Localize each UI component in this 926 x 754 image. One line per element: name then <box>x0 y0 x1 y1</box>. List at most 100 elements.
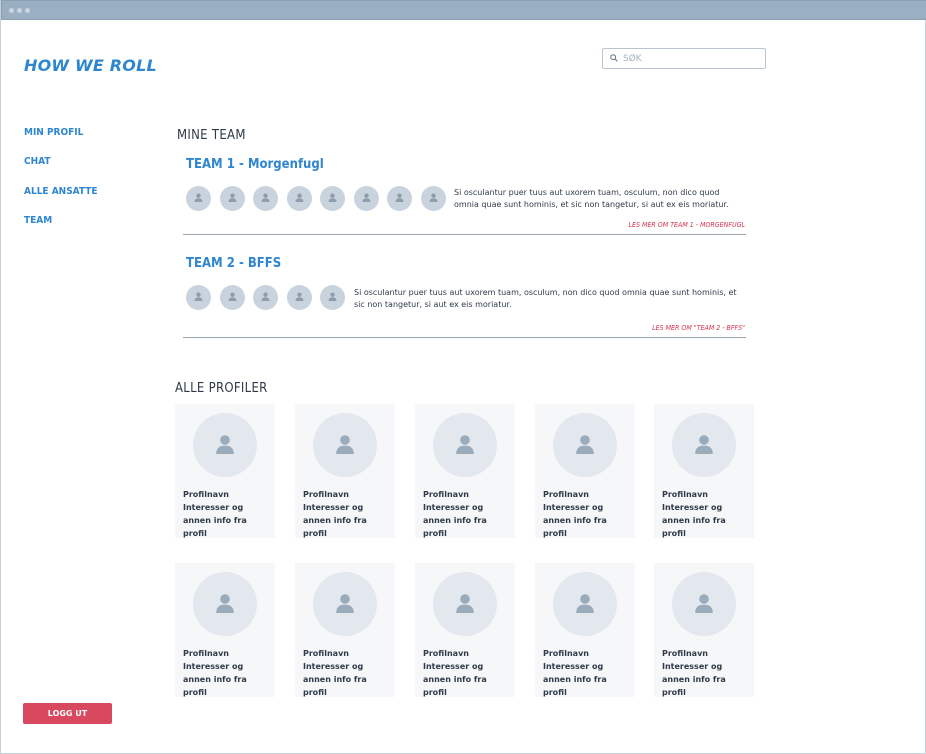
user-icon <box>194 193 203 202</box>
divider <box>183 337 746 338</box>
user-icon <box>576 435 594 454</box>
profile-info: Interesser og annen info fra profil <box>183 662 247 697</box>
user-icon <box>295 292 304 301</box>
avatar <box>672 413 736 477</box>
user-icon <box>216 435 234 454</box>
window-dot-icon <box>9 8 14 13</box>
profile-info: Interesser og annen info fra profil <box>183 503 247 538</box>
divider <box>183 234 746 235</box>
team-title[interactable]: TEAM 1 - Morgenfugl <box>186 157 324 172</box>
profile-info: Interesser og annen info fra profil <box>662 503 726 538</box>
profile-card[interactable]: Profilnavn Interesser og annen info fra … <box>535 404 635 538</box>
avatar <box>193 413 257 477</box>
profile-info: Interesser og annen info fra profil <box>662 662 726 697</box>
team-title[interactable]: TEAM 2 - BFFS <box>186 256 281 271</box>
member-avatar[interactable] <box>320 285 345 310</box>
profile-info: Interesser og annen info fra profil <box>543 503 607 538</box>
profile-name: Profilnavn <box>183 649 229 658</box>
user-icon <box>228 292 237 301</box>
member-avatar[interactable] <box>421 186 446 211</box>
profile-name: Profilnavn <box>423 490 469 499</box>
window-dot-icon <box>17 8 22 13</box>
user-icon <box>429 193 438 202</box>
user-icon <box>194 292 203 301</box>
profile-info: Interesser og annen info fra profil <box>423 662 487 697</box>
profile-name: Profilnavn <box>662 649 708 658</box>
member-avatar[interactable] <box>387 186 412 211</box>
member-avatar[interactable] <box>253 285 278 310</box>
team-description: Si osculantur puer tuus aut uxorem tuam,… <box>454 188 729 209</box>
brand-logo[interactable]: HOW WE ROLL <box>24 56 157 75</box>
profile-name: Profilnavn <box>543 649 589 658</box>
profile-info: Interesser og annen info fra profil <box>303 662 367 697</box>
avatar <box>433 572 497 636</box>
avatar <box>553 572 617 636</box>
profile-name: Profilnavn <box>303 649 349 658</box>
profile-name: Profilnavn <box>183 490 229 499</box>
user-icon <box>328 193 337 202</box>
profile-card[interactable]: Profilnavn Interesser og annen info fra … <box>175 563 275 697</box>
user-icon <box>336 594 354 613</box>
app-window: HOW WE ROLL MIN PROFIL CHAT ALLE ANSATTE… <box>0 0 926 754</box>
user-icon <box>395 193 404 202</box>
profile-name: Profilnavn <box>662 490 708 499</box>
window-dot-icon <box>25 8 30 13</box>
logout-button[interactable]: LOGG UT <box>23 703 112 724</box>
user-icon <box>576 594 594 613</box>
member-avatar[interactable] <box>220 186 245 211</box>
profile-card[interactable]: Profilnavn Interesser og annen info fra … <box>295 563 395 697</box>
member-avatar[interactable] <box>320 186 345 211</box>
user-icon <box>261 193 270 202</box>
user-icon <box>216 594 234 613</box>
user-icon <box>261 292 270 301</box>
profile-card[interactable]: Profilnavn Interesser og annen info fra … <box>535 563 635 697</box>
profile-name: Profilnavn <box>543 490 589 499</box>
all-profiles-heading: ALLE PROFILER <box>175 381 268 396</box>
profile-card[interactable]: Profilnavn Interesser og annen info fra … <box>654 404 754 538</box>
avatar <box>313 413 377 477</box>
search-input[interactable] <box>623 50 761 67</box>
user-icon <box>295 193 304 202</box>
team-read-more-link[interactable]: LES MER OM TEAM 1 - MORGENFUGL <box>561 221 745 229</box>
team-description: Si osculantur puer tuus aut uxorem tuam,… <box>354 288 737 309</box>
member-avatar[interactable] <box>220 285 245 310</box>
user-icon <box>328 292 337 301</box>
profile-card[interactable]: Profilnavn Interesser og annen info fra … <box>175 404 275 538</box>
sidebar-item-chat[interactable]: CHAT <box>24 156 50 167</box>
avatar <box>553 413 617 477</box>
profile-card[interactable]: Profilnavn Interesser og annen info fra … <box>415 563 515 697</box>
sidebar-item-team[interactable]: TEAM <box>24 215 52 226</box>
member-avatar[interactable] <box>287 285 312 310</box>
window-titlebar <box>1 0 926 20</box>
user-icon <box>456 435 474 454</box>
my-teams-heading: MINE TEAM <box>177 128 246 143</box>
profile-card[interactable]: Profilnavn Interesser og annen info fra … <box>295 404 395 538</box>
member-avatar[interactable] <box>186 186 211 211</box>
avatar <box>193 572 257 636</box>
user-icon <box>695 435 713 454</box>
profile-card[interactable]: Profilnavn Interesser og annen info fra … <box>654 563 754 697</box>
avatar <box>313 572 377 636</box>
user-icon <box>336 435 354 454</box>
profile-name: Profilnavn <box>303 490 349 499</box>
profile-info: Interesser og annen info fra profil <box>423 503 487 538</box>
member-avatar[interactable] <box>253 186 278 211</box>
search-box[interactable] <box>602 48 766 69</box>
team-read-more-link[interactable]: LES MER OM "TEAM 2 - BFFS" <box>561 324 745 332</box>
profile-card[interactable]: Profilnavn Interesser og annen info fra … <box>415 404 515 538</box>
user-icon <box>362 193 371 202</box>
member-avatar[interactable] <box>186 285 211 310</box>
profile-info: Interesser og annen info fra profil <box>303 503 367 538</box>
sidebar-item-min-profil[interactable]: MIN PROFIL <box>24 127 83 138</box>
user-icon <box>456 594 474 613</box>
profile-name: Profilnavn <box>423 649 469 658</box>
user-icon <box>695 594 713 613</box>
member-avatar[interactable] <box>354 186 379 211</box>
sidebar-item-alle-ansatte[interactable]: ALLE ANSATTE <box>24 186 98 197</box>
search-icon <box>610 54 618 62</box>
profile-info: Interesser og annen info fra profil <box>543 662 607 697</box>
member-avatar[interactable] <box>287 186 312 211</box>
avatar <box>433 413 497 477</box>
avatar <box>672 572 736 636</box>
user-icon <box>228 193 237 202</box>
